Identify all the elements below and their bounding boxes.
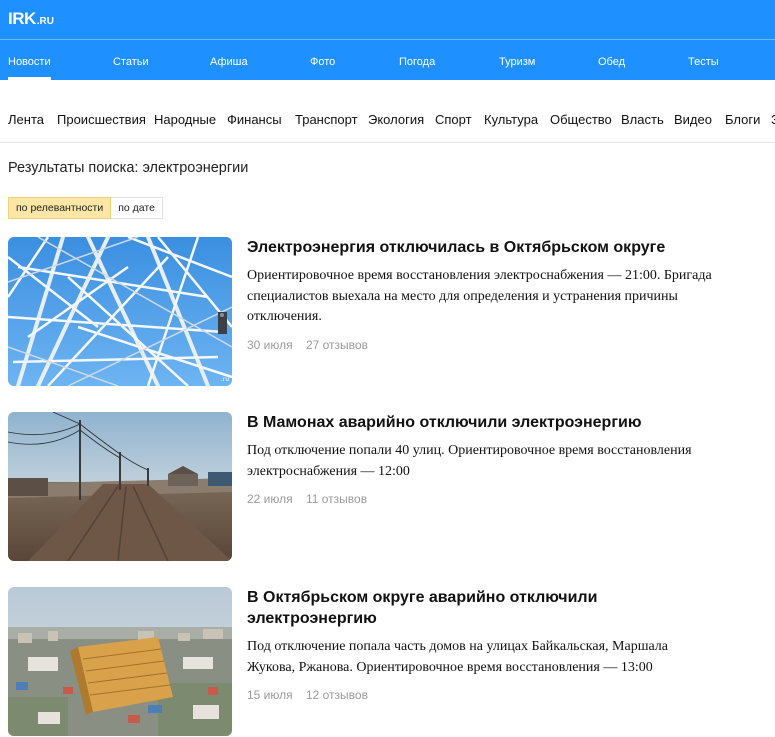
search-results-title: Результаты поиска: электроэнергии bbox=[8, 160, 249, 176]
sort-toggle: по релевантности по дате bbox=[8, 197, 163, 219]
sub-nav-society[interactable]: Общество bbox=[550, 112, 612, 127]
sort-by-date-button[interactable]: по дате bbox=[111, 197, 163, 219]
sub-nav-more[interactable]: З bbox=[771, 112, 775, 127]
sub-nav-culture[interactable]: Культура bbox=[484, 112, 538, 127]
logo-tld: .RU bbox=[36, 16, 55, 27]
main-nav-lunch[interactable]: Обед bbox=[598, 56, 625, 68]
article-title[interactable]: В Мамонах аварийно отключили электроэнер… bbox=[247, 412, 717, 433]
article-lead: Под отключение попала часть домов на ули… bbox=[247, 639, 669, 675]
article-date: 22 июля bbox=[247, 492, 293, 506]
article-title[interactable]: Электроэнергия отключилась в Октябрьском… bbox=[247, 237, 717, 258]
sort-by-relevance-button[interactable]: по релевантности bbox=[8, 197, 112, 219]
article-title[interactable]: В Октябрьском округе аварийно отключили … bbox=[247, 587, 717, 629]
country-road-image bbox=[8, 412, 232, 561]
article-date: 15 июля bbox=[247, 688, 293, 702]
sub-nav-feed[interactable]: Лента bbox=[8, 112, 44, 127]
sub-nav-power[interactable]: Власть bbox=[621, 112, 664, 127]
article-reviews-link[interactable]: 11 отзывов bbox=[306, 492, 367, 506]
article-meta: 15 июля 12 отзывов bbox=[247, 688, 717, 702]
sub-nav-people[interactable]: Народные bbox=[154, 112, 216, 127]
article-lead: Ориентировочное время восстановления эле… bbox=[247, 268, 712, 324]
sub-nav-transport[interactable]: Транспорт bbox=[295, 112, 358, 127]
article-date: 30 июля bbox=[247, 337, 293, 352]
main-nav-articles[interactable]: Статьи bbox=[113, 56, 149, 68]
logo-main: IRK bbox=[8, 9, 36, 28]
main-nav-tourism[interactable]: Туризм bbox=[499, 56, 535, 68]
article-meta: 30 июля 27 отзывов bbox=[247, 338, 717, 352]
sub-nav-video[interactable]: Видео bbox=[674, 112, 712, 127]
main-nav-photo[interactable]: Фото bbox=[310, 56, 335, 68]
article-thumbnail[interactable] bbox=[8, 587, 232, 736]
main-nav-tests[interactable]: Тесты bbox=[688, 56, 719, 68]
svg-text:.ru: .ru bbox=[221, 376, 229, 383]
main-nav-afisha[interactable]: Афиша bbox=[210, 56, 248, 68]
top-header: IRK .RU Новости Статьи Афиша Фото Погода… bbox=[0, 0, 775, 80]
sub-nav: Лента Происшествия Народные Финансы Тран… bbox=[0, 80, 775, 143]
sub-nav-finance[interactable]: Финансы bbox=[227, 112, 282, 127]
sub-nav-sport[interactable]: Спорт bbox=[435, 112, 472, 127]
site-logo[interactable]: IRK .RU bbox=[8, 9, 54, 31]
article-thumbnail[interactable] bbox=[8, 412, 232, 561]
city-aerial-image bbox=[8, 587, 232, 736]
sub-nav-incidents[interactable]: Происшествия bbox=[57, 112, 146, 127]
main-nav-weather[interactable]: Погода bbox=[399, 56, 435, 68]
sub-nav-blogs[interactable]: Блоги bbox=[725, 112, 760, 127]
power-tower-image: .ru bbox=[8, 237, 232, 386]
main-nav-news[interactable]: Новости bbox=[8, 56, 51, 80]
article-reviews-link[interactable]: 12 отзывов bbox=[306, 688, 368, 702]
article-lead: Под отключение попали 40 улиц. Ориентиро… bbox=[247, 443, 692, 479]
sub-nav-ecology[interactable]: Экология bbox=[368, 112, 424, 127]
article-thumbnail[interactable]: .ru bbox=[8, 237, 232, 386]
article-meta: 22 июля 11 отзывов bbox=[247, 492, 717, 506]
article-reviews-link[interactable]: 27 отзывов bbox=[306, 338, 368, 352]
main-nav: Новости Статьи Афиша Фото Погода Туризм … bbox=[0, 40, 775, 80]
